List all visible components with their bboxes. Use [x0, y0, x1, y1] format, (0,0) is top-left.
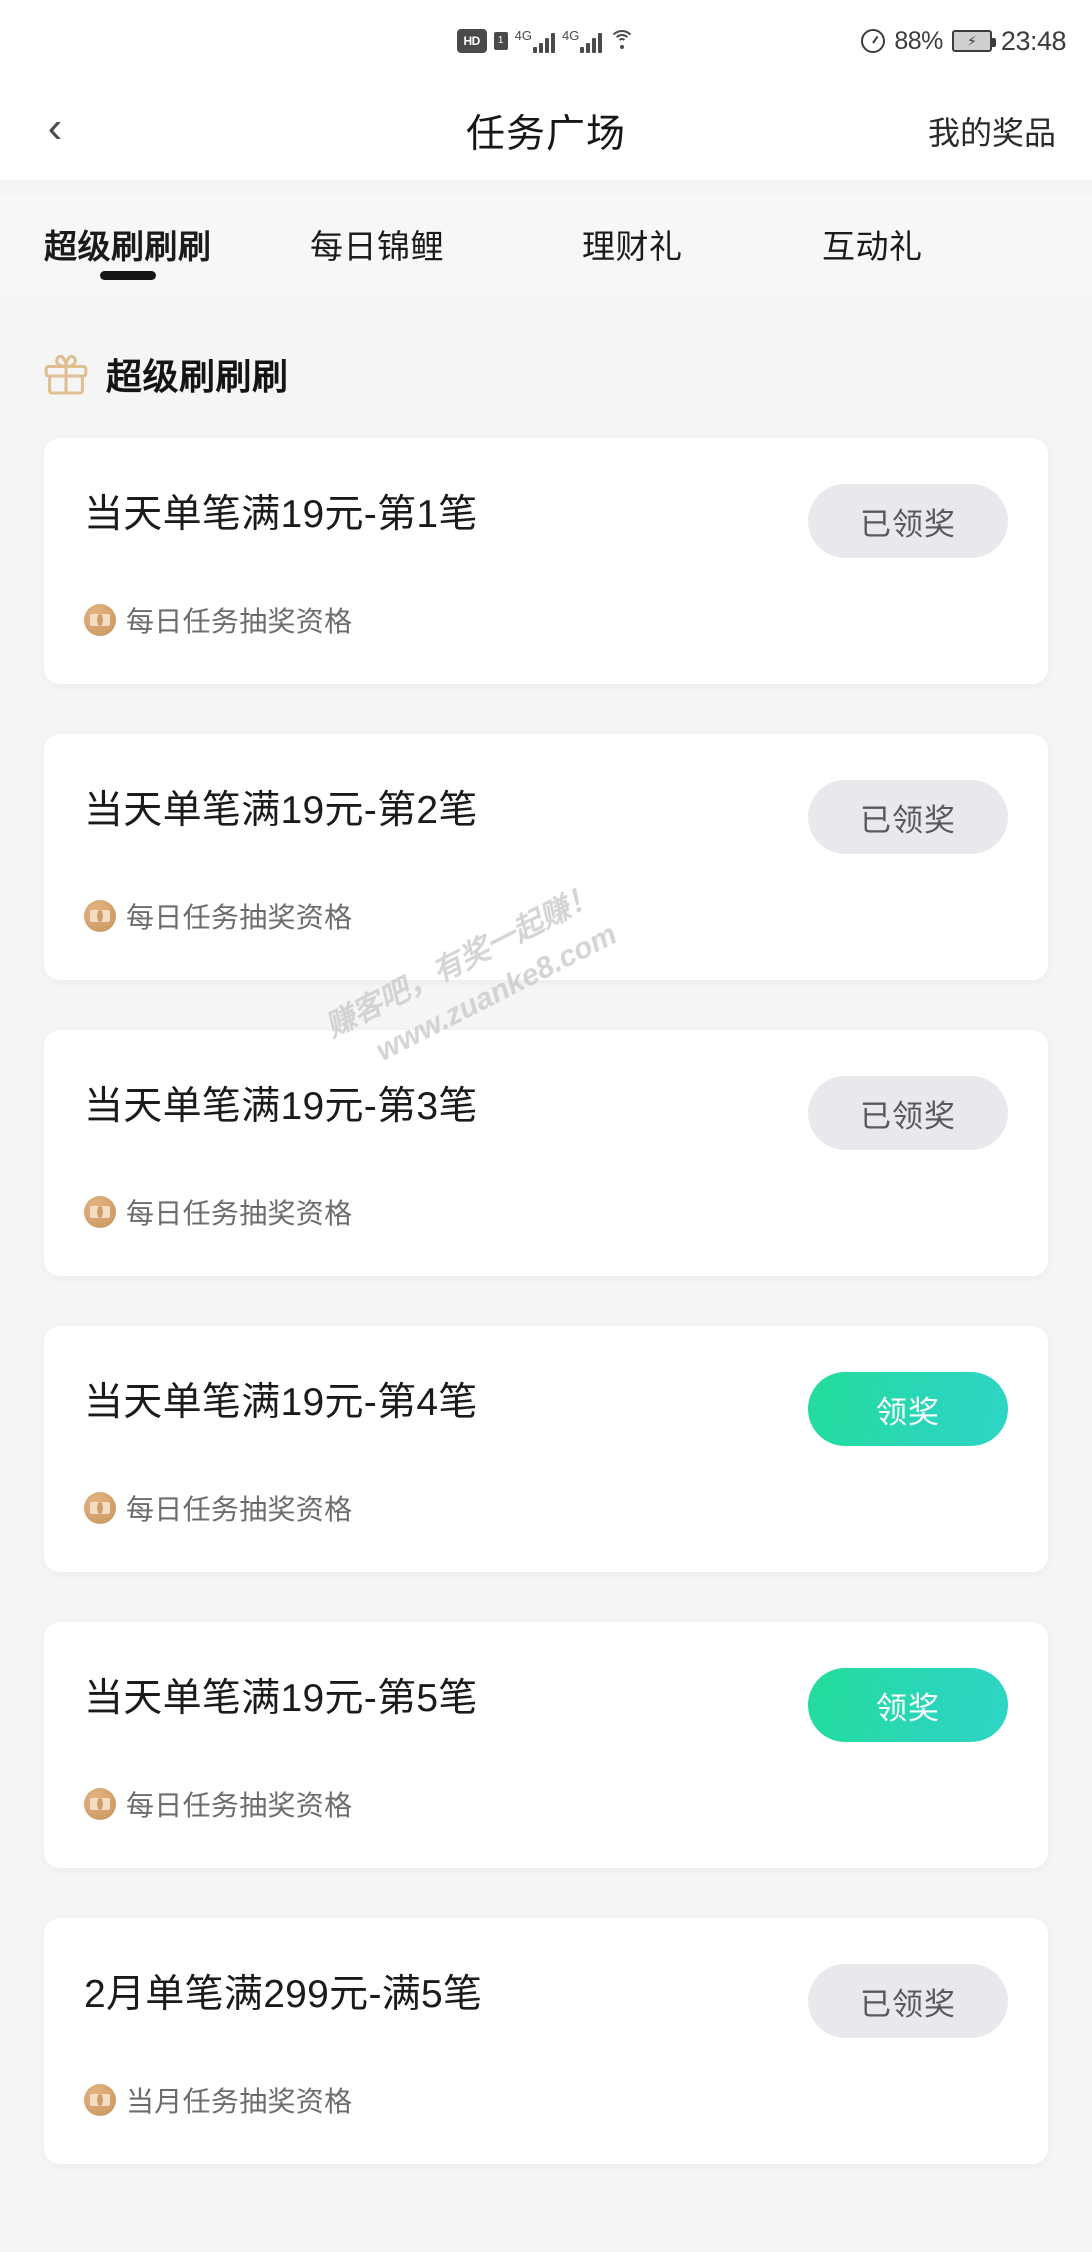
battery-percent-label: 88% — [894, 26, 943, 55]
task-card: 当天单笔满19元-第1笔 已领奖每日任务抽奖资格 — [44, 438, 1048, 684]
tab-label: 每日锦鲤 — [310, 228, 444, 265]
coupon-icon — [84, 1196, 116, 1228]
signal-2-icon: 4G — [562, 28, 603, 53]
task-card: 当天单笔满19元-第2笔 已领奖每日任务抽奖资格 — [44, 734, 1048, 980]
task-button-label: 已领奖 — [860, 506, 956, 542]
task-reward-row: 每日任务抽奖资格 — [84, 1488, 1008, 1528]
status-bar-right: 88% ⚡ 23:48 — [635, 25, 1067, 57]
task-reward-row: 每日任务抽奖资格 — [84, 896, 1008, 936]
signal-bars-1 — [533, 31, 555, 53]
tab-active-indicator — [99, 271, 156, 280]
task-card: 当天单笔满19元-第5笔 领奖每日任务抽奖资格 — [44, 1622, 1048, 1868]
tab-2[interactable]: 理财礼 — [582, 220, 683, 278]
section-title: 超级刷刷刷 — [106, 356, 289, 397]
tab-label: 理财礼 — [582, 228, 683, 265]
task-title: 当天单笔满19元-第1笔 — [84, 493, 478, 536]
task-title: 2月单笔满299元-满5笔 — [84, 1973, 483, 2016]
task-button-label: 已领奖 — [860, 1986, 956, 2022]
sim-card-icon: 1 — [493, 32, 508, 50]
network-type-2-label: 4G — [562, 28, 580, 43]
status-bar-center: HD 1 4G 4G — [456, 28, 636, 53]
coupon-icon — [84, 1492, 116, 1524]
task-card-main-row: 2月单笔满299元-满5笔 已领奖 — [84, 1964, 1008, 2038]
task-reward-label: 每日任务抽奖资格 — [126, 1494, 353, 1525]
wifi-icon — [609, 30, 636, 52]
task-title: 当天单笔满19元-第4笔 — [84, 1381, 478, 1424]
task-reward-label: 每日任务抽奖资格 — [126, 1198, 353, 1229]
my-prizes-link[interactable]: 我的奖品 — [928, 108, 1056, 154]
task-card: 当天单笔满19元-第3笔 已领奖每日任务抽奖资格 — [44, 1030, 1048, 1276]
task-card-list: 当天单笔满19元-第1笔 已领奖 每日任务抽奖资格 当天单笔满19元-第2笔 已领奖 每日… — [0, 438, 1092, 2164]
task-reward-row: 每日任务抽奖资格 — [84, 600, 1008, 640]
status-bar-clock: 23:48 — [1000, 25, 1067, 56]
coupon-icon — [84, 2084, 116, 2116]
task-card-main-row: 当天单笔满19元-第4笔 领奖 — [84, 1372, 1008, 1446]
claim-reward-button[interactable]: 领奖 — [808, 1668, 1008, 1742]
task-reward-label: 每日任务抽奖资格 — [126, 606, 353, 637]
task-title: 当天单笔满19元-第3笔 — [84, 1085, 478, 1128]
coupon-icon — [84, 1788, 116, 1820]
signal-1-icon: 4G — [515, 29, 555, 53]
reward-claimed-button: 已领奖 — [808, 1076, 1008, 1150]
status-bar: HD 1 4G 4G 88% ⚡ 23:48 — [0, 0, 1092, 82]
tab-bar: 超级刷刷刷 每日锦鲤 理财礼 互动礼 — [0, 194, 1092, 296]
task-card-main-row: 当天单笔满19元-第5笔 领奖 — [84, 1668, 1008, 1742]
task-card-main-row: 当天单笔满19元-第2笔 已领奖 — [84, 780, 1008, 854]
gift-box-icon — [44, 353, 88, 395]
task-title: 当天单笔满19元-第2笔 — [84, 789, 478, 832]
hd-icon: HD — [456, 29, 487, 53]
alarm-clock-icon — [861, 29, 886, 53]
task-reward-row: 每日任务抽奖资格 — [84, 1784, 1008, 1824]
tab-0[interactable]: 超级刷刷刷 — [44, 220, 212, 280]
coupon-icon — [84, 900, 116, 932]
task-title: 当天单笔满19元-第5笔 — [84, 1677, 478, 1720]
task-list-panel: 超级刷刷刷 当天单笔满19元-第1笔 已领奖 每日任务抽奖资格 当天单笔满19元-第2… — [0, 296, 1092, 2252]
task-card-main-row: 当天单笔满19元-第1笔 已领奖 — [84, 484, 1008, 558]
nav-divider — [0, 180, 1092, 194]
task-card: 2月单笔满299元-满5笔 已领奖当月任务抽奖资格 — [44, 1918, 1048, 2164]
task-card-main-row: 当天单笔满19元-第3笔 已领奖 — [84, 1076, 1008, 1150]
tab-label: 互动礼 — [822, 228, 923, 265]
task-reward-label: 每日任务抽奖资格 — [126, 902, 353, 933]
task-button-label: 领奖 — [876, 1394, 940, 1430]
phone-screen: HD 1 4G 4G 88% ⚡ 23:48 ‹ 任务广场 我的奖品 超级刷刷刷… — [0, 0, 1092, 2252]
tab-label: 超级刷刷刷 — [44, 228, 212, 265]
reward-claimed-button: 已领奖 — [808, 780, 1008, 854]
reward-claimed-button: 已领奖 — [808, 1964, 1008, 2038]
task-card: 当天单笔满19元-第4笔 领奖每日任务抽奖资格 — [44, 1326, 1048, 1572]
signal-bars-2 — [580, 31, 603, 53]
section-header: 超级刷刷刷 — [0, 296, 1092, 400]
task-reward-row: 当月任务抽奖资格 — [84, 2080, 1008, 2120]
task-reward-label: 每日任务抽奖资格 — [126, 1790, 353, 1821]
tab-1[interactable]: 每日锦鲤 — [310, 220, 444, 278]
nav-bar: ‹ 任务广场 我的奖品 — [0, 82, 1092, 180]
coupon-icon — [84, 604, 116, 636]
battery-icon: ⚡ — [951, 30, 996, 52]
tab-3[interactable]: 互动礼 — [822, 220, 923, 278]
task-reward-row: 每日任务抽奖资格 — [84, 1192, 1008, 1232]
task-button-label: 已领奖 — [860, 802, 956, 838]
task-button-label: 已领奖 — [860, 1098, 956, 1134]
task-button-label: 领奖 — [876, 1690, 940, 1726]
reward-claimed-button: 已领奖 — [808, 484, 1008, 558]
task-reward-label: 当月任务抽奖资格 — [126, 2086, 353, 2117]
claim-reward-button[interactable]: 领奖 — [808, 1372, 1008, 1446]
network-type-1-label: 4G — [514, 28, 532, 43]
